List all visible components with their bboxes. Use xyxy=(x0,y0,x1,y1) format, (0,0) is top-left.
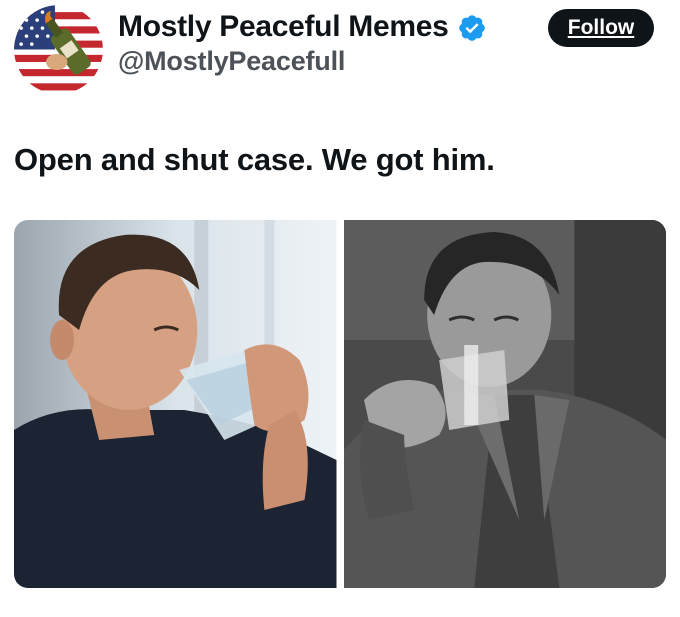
media-image-left[interactable] xyxy=(14,220,337,588)
author-name-row: Mostly Peaceful Memes xyxy=(118,8,487,46)
flag-bottle-avatar-icon xyxy=(14,5,103,94)
media-grid[interactable] xyxy=(14,220,666,588)
follow-button[interactable]: Follow xyxy=(548,9,654,47)
media-image-right[interactable] xyxy=(343,220,666,588)
post-text: Open and shut case. We got him. xyxy=(14,142,495,177)
display-name[interactable]: Mostly Peaceful Memes xyxy=(118,10,449,44)
author-handle[interactable]: @MostlyPeacefull xyxy=(118,46,345,77)
post: Mostly Peaceful Memes @MostlyPeacefull F… xyxy=(0,0,680,617)
verified-badge-icon xyxy=(458,15,485,41)
color-photo-man-drinking-water-icon xyxy=(14,220,337,588)
bw-photo-man-drinking-water-icon xyxy=(343,220,666,588)
author-avatar[interactable] xyxy=(14,5,103,94)
